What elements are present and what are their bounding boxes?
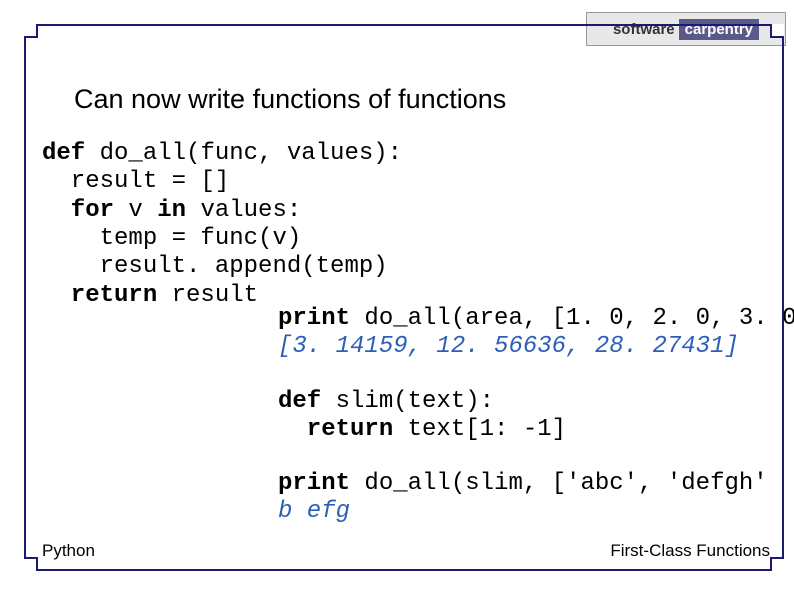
code-text: result = []	[42, 168, 229, 195]
kw-print: print	[278, 470, 350, 497]
code-text: text[1: -1]	[393, 416, 566, 443]
kw-def: def	[278, 388, 321, 415]
corner-bottom-right	[770, 557, 784, 571]
code-text: v	[114, 197, 157, 224]
kw-return: return	[278, 416, 393, 443]
code-text: do_all(func, values):	[85, 140, 402, 167]
corner-top-left	[24, 24, 38, 38]
footer-left: Python	[42, 541, 95, 561]
corner-top-right	[770, 24, 784, 38]
output-text: [3. 14159, 12. 56636, 28. 27431]	[278, 333, 739, 360]
code-text: temp = func(v)	[42, 225, 301, 252]
corner-bottom-left	[24, 557, 38, 571]
kw-def: def	[42, 140, 85, 167]
kw-return: return	[42, 282, 157, 309]
code-block-slim-def: def slim(text): return text[1: -1]	[278, 388, 566, 445]
kw-in: in	[157, 197, 186, 224]
code-block-print-slim: print do_all(slim, ['abc', 'defgh' b efg	[278, 470, 768, 527]
code-text: result. append(temp)	[42, 253, 388, 280]
code-text: slim(text):	[321, 388, 494, 415]
slide-heading: Can now write functions of functions	[74, 84, 506, 115]
kw-print: print	[278, 305, 350, 332]
output-text: b efg	[278, 498, 350, 525]
footer-right: First-Class Functions	[610, 541, 770, 561]
code-text: do_all(area, [1. 0, 2. 0, 3. 0]	[350, 305, 794, 332]
code-text: do_all(slim, ['abc', 'defgh'	[350, 470, 768, 497]
code-block-do-all: def do_all(func, values): result = [] fo…	[42, 140, 402, 310]
code-block-print-area: print do_all(area, [1. 0, 2. 0, 3. 0] [3…	[278, 305, 794, 362]
code-text: result	[157, 282, 258, 309]
code-text: values:	[186, 197, 301, 224]
kw-for: for	[42, 197, 114, 224]
